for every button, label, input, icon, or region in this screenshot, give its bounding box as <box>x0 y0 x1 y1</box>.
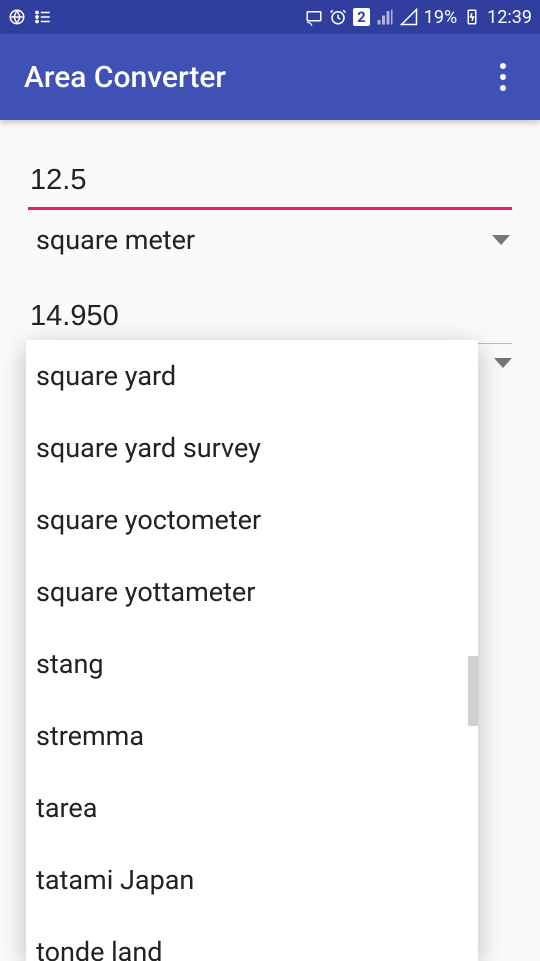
clock-time: 12:39 <box>487 7 532 28</box>
chevron-down-icon <box>492 235 510 245</box>
status-left <box>8 8 52 26</box>
unit-option[interactable]: square yard survey <box>26 412 478 484</box>
target-unit-dropdown-list[interactable]: square yard square yard survey square yo… <box>26 340 478 961</box>
sim-badge: 2 <box>353 8 370 26</box>
cast-icon <box>305 8 323 26</box>
battery-percentage: 19% <box>424 7 457 28</box>
target-value-input[interactable] <box>28 288 512 344</box>
aperture-icon <box>8 8 26 26</box>
alarm-icon <box>329 8 347 26</box>
unit-option[interactable]: tatami Japan <box>26 844 478 916</box>
status-bar: 2 19% 12:39 <box>0 0 540 34</box>
source-unit-label: square meter <box>36 224 195 256</box>
unit-option[interactable]: stremma <box>26 700 478 772</box>
page-title: Area Converter <box>24 60 226 95</box>
list-icon <box>34 8 52 26</box>
status-right: 2 19% 12:39 <box>305 7 532 28</box>
source-value-input[interactable] <box>28 152 512 210</box>
unit-option[interactable]: square yottameter <box>26 556 478 628</box>
unit-option[interactable]: square yard <box>26 340 478 412</box>
overflow-menu-button[interactable] <box>490 53 516 101</box>
signal-icon <box>376 8 394 26</box>
signal-icon-2 <box>400 8 418 26</box>
app-bar: Area Converter <box>0 34 540 120</box>
battery-charging-icon <box>463 8 481 26</box>
source-unit-dropdown[interactable]: square meter <box>28 210 512 270</box>
unit-option[interactable]: tonde land <box>26 916 478 961</box>
chevron-down-icon <box>494 358 512 368</box>
unit-option[interactable]: tarea <box>26 772 478 844</box>
main-content: square meter <box>0 120 540 344</box>
scrollbar-thumb[interactable] <box>468 656 478 726</box>
unit-option[interactable]: stang <box>26 628 478 700</box>
unit-option[interactable]: square yoctometer <box>26 484 478 556</box>
